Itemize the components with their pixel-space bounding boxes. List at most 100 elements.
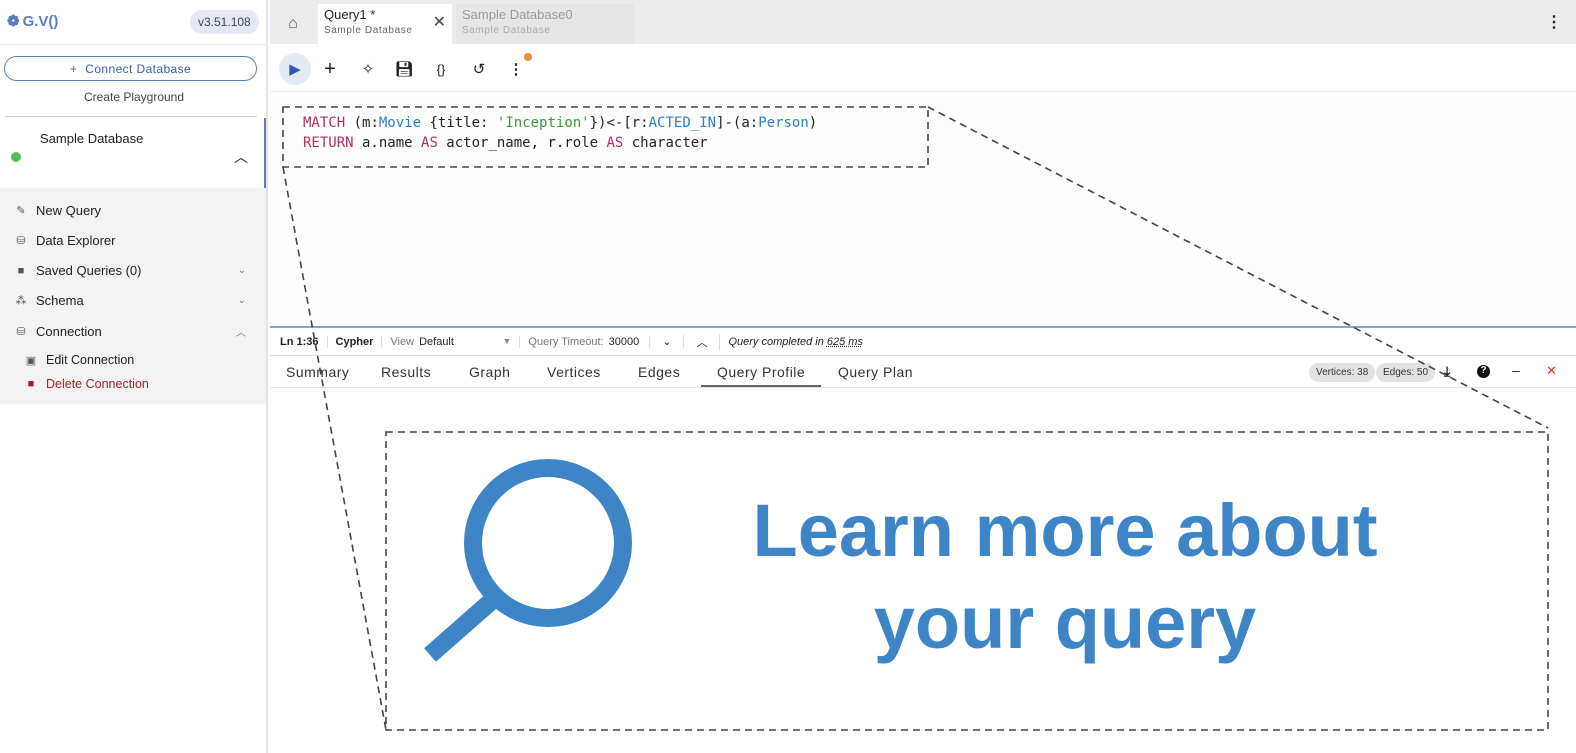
connect-database-button[interactable]: + Connect Database [4,56,257,81]
tab-vertices[interactable]: Vertices [547,364,601,380]
schema-icon: ⁂ [15,295,27,307]
editor-toolbar: ▶ + ✧ 💾︎ {} ↺ ⋮ [270,44,1576,92]
callout-text: Learn more about your query [752,489,1378,664]
label: Schema [36,293,84,308]
download-icon[interactable]: ⤓ [1444,363,1450,380]
tab-summary[interactable]: Summary [286,364,349,380]
label: Saved Queries (0) [36,263,142,278]
edit-icon: ▣ [25,354,37,367]
tab-query-profile[interactable]: Query Profile [701,364,822,387]
tab-edges[interactable]: Edges [638,364,680,380]
minimize-icon[interactable]: – [1512,362,1520,378]
notification-dot [524,53,532,61]
menu-saved-queries[interactable]: ■ Saved Queries (0) ⌄ [14,263,254,278]
tab-results[interactable]: Results [381,364,431,380]
label: Delete Connection [46,377,149,391]
query-timeout[interactable]: Query Timeout: 30000 [520,335,651,348]
database-item[interactable]: Sample Database ︿ [0,118,266,188]
plus-icon: + [69,61,78,76]
tab-graph[interactable]: Graph [469,364,510,380]
edges-count-badge: Edges: 50 [1376,363,1436,382]
tab-bar: ⌂ Query1 * Sample Database ✕ Sample Data… [270,0,1576,44]
braces-icon: {} [436,61,446,77]
menu-edit-connection[interactable]: ▣ Edit Connection [24,353,264,367]
label: Edit Connection [46,353,135,367]
more-vert-icon[interactable]: ⋮ [1546,12,1562,32]
menu-data-explorer[interactable]: ⛁ Data Explorer [14,233,254,248]
menu-delete-connection[interactable]: ■ Delete Connection [24,377,264,391]
close-icon[interactable]: ✕ [433,12,446,32]
save-icon: 💾︎ [394,61,414,78]
label: Connection [36,324,102,339]
chevron-up-icon[interactable]: ︿ [234,147,248,167]
wand-icon: ✎ [16,205,26,217]
logo-text: G.V() [22,12,59,30]
timeout-label: Query Timeout: [528,335,604,348]
home-icon: ⌂ [288,15,298,32]
chevron-down-icon: ⌄ [237,265,246,276]
close-icon[interactable]: ✕ [1546,363,1557,379]
logo-icon: ❁ [7,13,20,30]
cursor-position: Ln 1:36 [270,335,328,348]
view-label: View [390,335,415,348]
chevron-up-icon[interactable]: ︿ [684,333,721,350]
plus-icon: + [324,57,336,80]
save-button[interactable]: 💾︎ [388,53,420,85]
results-tabs: Summary Results Graph Vertices Edges Que… [270,358,1576,388]
sparkle-icon: ✧ [361,61,375,78]
query-time: 625 ms [826,335,863,348]
ai-button[interactable]: ✧ [352,53,384,85]
view-value: Default [419,335,454,348]
chevron-down-icon[interactable]: ⌄ [650,335,685,348]
tab-subtitle: Sample Database [324,25,413,36]
status-bar: Ln 1:36 Cypher View Default ▼ Query Timeou… [270,326,1576,356]
divider [0,44,268,45]
create-playground-link[interactable]: Create Playground [0,90,268,104]
database-name: Sample Database [40,131,144,146]
chevron-up-icon: ︿ [236,328,246,339]
divider [5,116,257,117]
database-icon: ⛁ [16,326,26,338]
tab-title: Query1 * [324,7,376,22]
tab-query-plan[interactable]: Query Plan [838,364,913,380]
magnifier-icon [424,459,632,662]
database-search-icon: ⛁ [16,235,26,247]
label: New Query [36,203,102,218]
format-button[interactable]: {} [425,53,457,85]
menu-schema[interactable]: ⁂ Schema ⌄ [14,293,254,308]
query-code[interactable]: MATCH (m:Movie {title: 'Inception'})<-[r… [303,113,817,153]
connected-status-dot [11,152,21,162]
vertices-count-badge: Vertices: 38 [1309,363,1376,382]
add-button[interactable]: + [314,53,346,85]
version-badge: v3.51.108 [190,10,259,34]
timeout-value: 30000 [608,335,640,348]
trash-icon: ■ [27,378,35,390]
language-label: Cypher [328,335,383,348]
tab-title: Sample Database0 [462,7,573,22]
code-line-1: MATCH (m:Movie {title: 'Inception'})<-[r… [303,115,818,131]
tab-query1[interactable]: Query1 * Sample Database ✕ [318,4,452,44]
status-text: Query completed in [728,335,824,348]
history-icon: ↺ [472,61,486,78]
connect-label: Connect Database [85,61,192,76]
run-button[interactable]: ▶ [279,53,311,85]
label: Data Explorer [36,233,116,248]
database-menu: ✎ New Query ⛁ Data Explorer ■ Saved Queries… [0,188,266,404]
folder-icon: ■ [17,264,25,277]
history-button[interactable]: ↺ [463,53,495,85]
home-button[interactable]: ⌂ [270,4,316,44]
menu-connection[interactable]: ⛁ Connection ︿ [14,324,254,339]
chevron-down-icon: ⌄ [237,295,246,306]
view-select[interactable]: View Default ▼ [382,335,521,348]
sidebar: ❁ G.V() v3.51.108 + Connect Database Creat… [0,0,268,753]
play-icon: ▶ [289,61,301,78]
dropdown-icon: ▼ [502,335,512,346]
code-line-2: RETURN a.name AS actor_name, r.role AS c… [303,135,708,151]
tab-subtitle: Sample Database [462,25,551,36]
tab-sample-database0[interactable]: Sample Database0 Sample Database [456,4,634,44]
help-icon[interactable]: ? [1477,365,1490,378]
query-status: Query completed in 625 ms [720,336,871,348]
menu-new-query[interactable]: ✎ New Query [14,203,254,218]
logo[interactable]: ❁ G.V() [7,12,59,31]
more-vert-icon: ⋮ [508,61,524,78]
